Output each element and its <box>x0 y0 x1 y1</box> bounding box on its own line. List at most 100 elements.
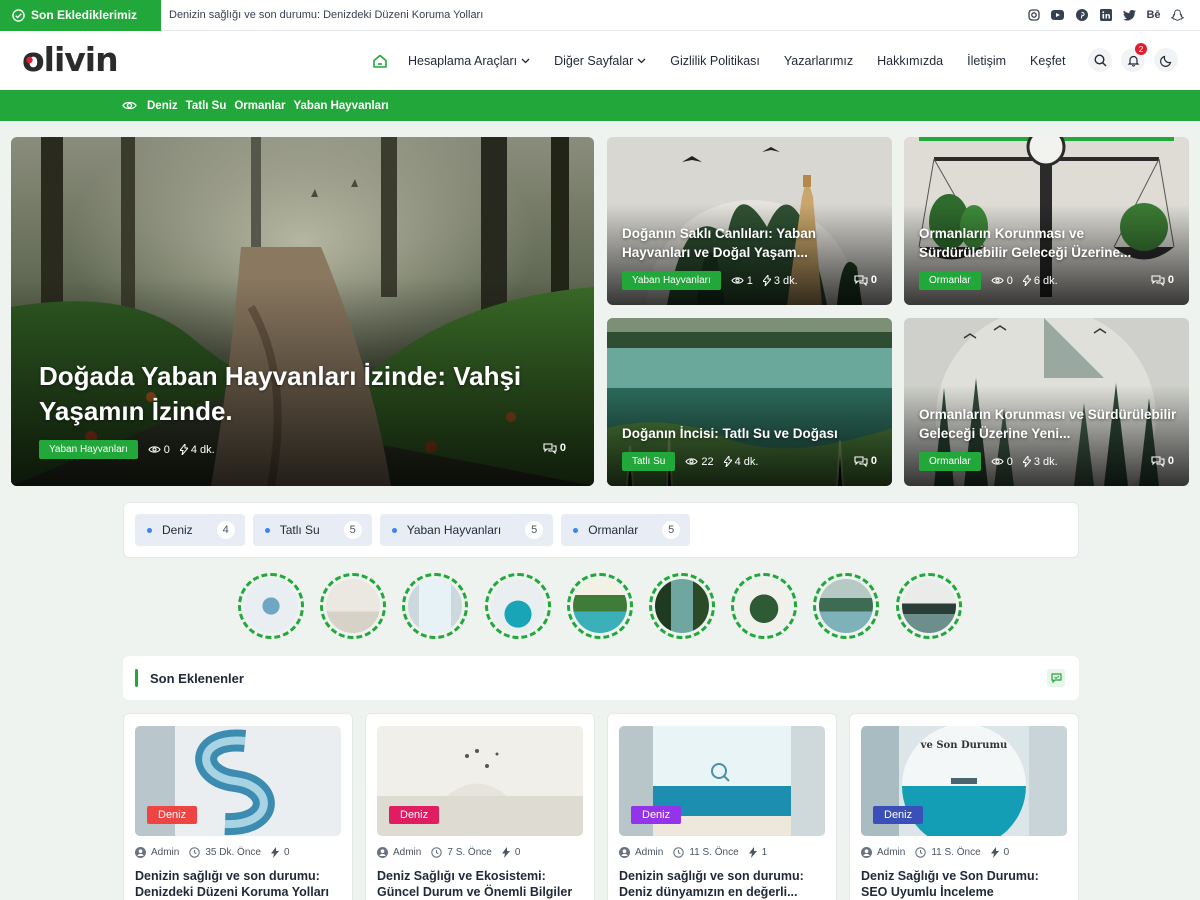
nav-hesaplama[interactable]: Hesaplama Araçları <box>408 54 530 68</box>
nav-yazarlar[interactable]: Yazarlarımız <box>784 54 853 68</box>
chevron-down-icon <box>637 58 646 63</box>
post-count: 1 <box>761 847 768 858</box>
post-category-badge[interactable]: Deniz <box>631 806 682 824</box>
hero-side-3-title[interactable]: Doğanın İncisi: Tatlı Su ve Doğası <box>622 424 872 443</box>
hero-main-card[interactable]: Doğada Yaban Hayvanları İzinde: Vahşi Ya… <box>11 137 594 486</box>
nav-gizlilik[interactable]: Gizlilik Politikası <box>670 54 760 68</box>
nav-kesfet[interactable]: Keşfet <box>1030 54 1065 68</box>
tag-yaban-hayvanlari[interactable]: Yaban Hayvanları 5 <box>379 514 554 546</box>
story-item[interactable] <box>238 573 304 639</box>
user-icon <box>861 847 872 858</box>
post-card[interactable]: Deniz Admin 11 S. Önce 1 Denizin sağlığı… <box>607 713 837 900</box>
eye-icon <box>731 277 744 284</box>
hero-side-card-2[interactable]: Ormanların Korunması ve Sürdürülebilir G… <box>904 137 1189 305</box>
hero-side-4-comments-count: 0 <box>1167 455 1174 467</box>
twitter-icon[interactable] <box>1123 9 1136 22</box>
story-item[interactable] <box>813 573 879 639</box>
bolt-icon <box>1022 275 1031 286</box>
story-item[interactable] <box>567 573 633 639</box>
post-author[interactable]: Admin <box>151 847 179 858</box>
hero-main-category[interactable]: Yaban Hayvanları <box>39 440 138 459</box>
news-ticker[interactable]: Denizin sağlığı ve son durumu: Denizdeki… <box>161 9 1027 21</box>
post-card[interactable]: ve Son Durumu Deniz Admin 11 S. Önce 0 D… <box>849 713 1079 900</box>
instagram-icon[interactable] <box>1027 9 1040 22</box>
post-category-badge[interactable]: Deniz <box>389 806 440 824</box>
home-icon[interactable] <box>372 53 388 69</box>
post-author[interactable]: Admin <box>393 847 421 858</box>
clock-icon <box>189 847 201 858</box>
story-item[interactable] <box>896 573 962 639</box>
hero-side-card-1[interactable]: Doğanın Saklı Canlıları: Yaban Hayvanlar… <box>607 137 892 305</box>
post-title[interactable]: Denizin sağlığı ve son durumu: Denizdeki… <box>135 868 341 900</box>
hero-side-2-comments: 0 <box>1151 274 1174 286</box>
search-button[interactable] <box>1088 48 1112 72</box>
latest-badge[interactable]: Son Eklediklerimiz <box>0 0 161 31</box>
post-card[interactable]: Deniz Admin 7 S. Önce 0 Deniz Sağlığı ve… <box>365 713 595 900</box>
hero-main-meta: Yaban Hayvanları 0 4 dk. <box>39 440 215 459</box>
tag-label: Ormanlar <box>588 523 639 537</box>
comment-icon <box>1151 274 1165 286</box>
story-item[interactable] <box>649 573 715 639</box>
post-title[interactable]: Denizin sağlığı ve son durumu: Deniz dün… <box>619 868 825 900</box>
nav-diger-sayfalar[interactable]: Diğer Sayfalar <box>554 54 646 68</box>
hero-side-4-category[interactable]: Ormanlar <box>919 452 981 471</box>
tag-ormanlar[interactable]: Ormanlar 5 <box>561 514 691 546</box>
hero-side-1-category[interactable]: Yaban Hayvanları <box>622 271 721 290</box>
hero-side-2-comments-count: 0 <box>1167 274 1174 286</box>
comment-icon <box>854 455 868 467</box>
hero-side-1-title[interactable]: Doğanın Saklı Canlıları: Yaban Hayvanlar… <box>622 224 842 262</box>
story-item[interactable] <box>402 573 468 639</box>
hero-side-card-3[interactable]: Doğanın İncisi: Tatlı Su ve Doğası Tatlı… <box>607 318 892 486</box>
section-title: Son Eklenenler <box>150 670 244 686</box>
nav-iletisim[interactable]: İletişim <box>967 54 1006 68</box>
comment-icon <box>543 442 557 454</box>
post-meta: Admin 35 Dk. Önce 0 <box>135 847 290 858</box>
notifications-button[interactable]: 2 <box>1121 43 1147 72</box>
story-item[interactable] <box>320 573 386 639</box>
hero-side-2-category[interactable]: Ormanlar <box>919 271 981 290</box>
story-item[interactable] <box>731 573 797 639</box>
post-category-badge[interactable]: Deniz <box>873 806 924 824</box>
post-author[interactable]: Admin <box>877 847 905 858</box>
nav-hakkimizda[interactable]: Hakkımızda <box>877 54 943 68</box>
youtube-icon[interactable] <box>1051 9 1064 22</box>
tag-deniz[interactable]: Deniz 4 <box>135 514 245 546</box>
tag-count: 4 <box>216 521 235 539</box>
hero-main-comments: 0 <box>543 442 566 454</box>
catbar-item-yaban-hayvanlari[interactable]: Yaban Hayvanları <box>294 100 389 112</box>
hero-side-4-views: 0 <box>991 456 1013 468</box>
logo-text: olivin <box>22 41 118 79</box>
story-thumb <box>326 579 380 633</box>
section-chat-button[interactable] <box>1047 669 1065 687</box>
bolt-icon <box>762 275 771 286</box>
behance-icon[interactable]: Bē <box>1146 9 1160 22</box>
hero-side-1-readtime-text: 3 dk. <box>773 274 798 287</box>
pinterest-icon[interactable] <box>1075 9 1088 22</box>
dark-mode-toggle[interactable] <box>1154 48 1178 72</box>
site-logo[interactable]: olivin <box>22 40 122 90</box>
story-thumb <box>573 579 627 633</box>
post-card[interactable]: Deniz Admin 35 Dk. Önce 0 Denizin sağlığ… <box>123 713 353 900</box>
snapchat-icon[interactable] <box>1171 9 1184 22</box>
bolt-icon <box>179 444 188 455</box>
hero-side-3-category[interactable]: Tatlı Su <box>622 452 676 471</box>
catbar-item-tatli-su[interactable]: Tatlı Su <box>186 100 227 112</box>
catbar-item-deniz[interactable]: Deniz <box>147 100 178 112</box>
tag-dot <box>573 527 579 533</box>
catbar-item-ormanlar[interactable]: Ormanlar <box>234 100 285 112</box>
post-title[interactable]: Deniz Sağlığı ve Son Durumu: SEO Uyumlu … <box>861 868 1067 900</box>
hero-main-title[interactable]: Doğada Yaban Hayvanları İzinde: Vahşi Ya… <box>39 359 559 429</box>
post-author[interactable]: Admin <box>635 847 663 858</box>
tag-count: 5 <box>525 521 544 539</box>
hero-side-4-title[interactable]: Ormanların Korunması ve Sürdürülebilir G… <box>919 405 1179 443</box>
post-category-badge[interactable]: Deniz <box>147 806 198 824</box>
post-thumb: ve Son Durumu Deniz <box>861 726 1067 836</box>
post-title[interactable]: Deniz Sağlığı ve Ekosistemi: Güncel Duru… <box>377 868 583 900</box>
hero-side-card-4[interactable]: Ormanların Korunması ve Sürdürülebilir G… <box>904 318 1189 486</box>
tag-tatli-su[interactable]: Tatlı Su 5 <box>252 514 372 546</box>
category-tags: Deniz 4 Tatlı Su 5 Yaban Hayvanları 5 Orman… <box>123 502 1079 558</box>
linkedin-icon[interactable] <box>1099 9 1112 22</box>
bolt-icon <box>1022 456 1031 467</box>
hero-side-2-title[interactable]: Ormanların Korunması ve Sürdürülebilir G… <box>919 224 1159 262</box>
story-item[interactable] <box>485 573 551 639</box>
